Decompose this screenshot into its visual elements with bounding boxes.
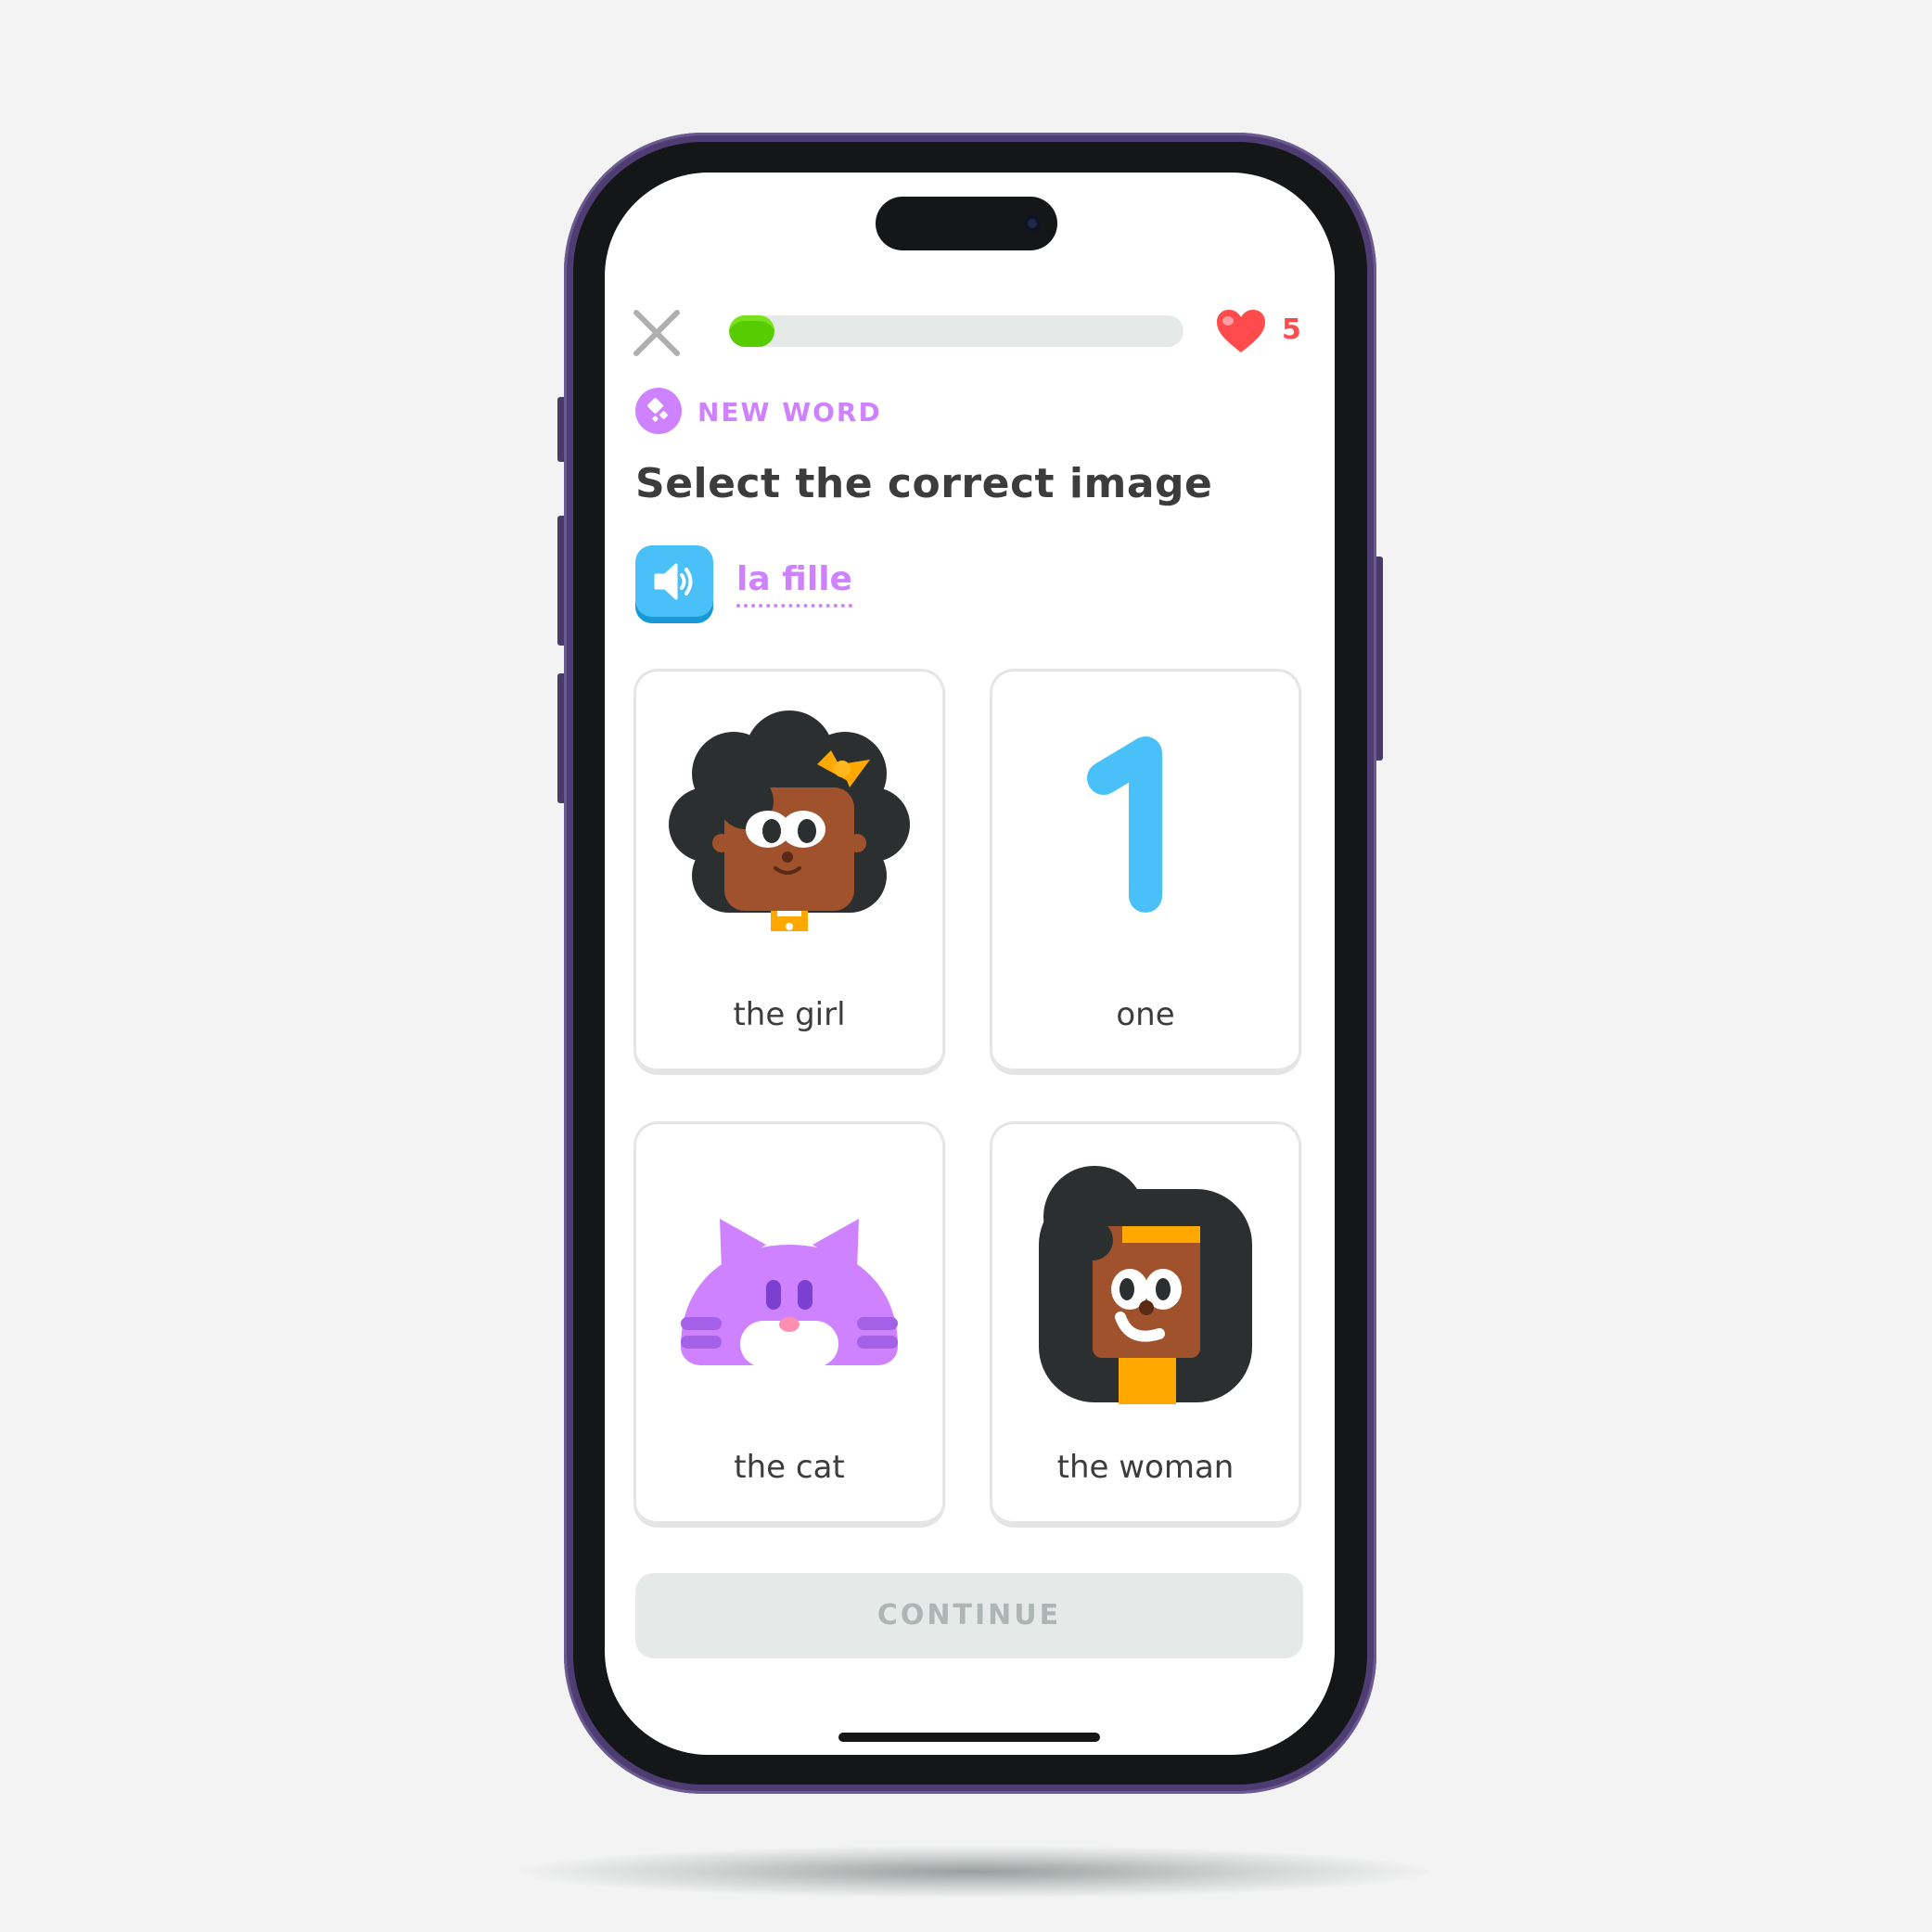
option-card-one[interactable]: one (990, 669, 1301, 1075)
phone-screen: 5 NEW WORD Select the correct image la f… (605, 173, 1335, 1755)
phone-shadow (519, 1846, 1428, 1898)
cat-illustration (681, 1219, 898, 1367)
close-button[interactable] (631, 307, 683, 359)
badge-label: NEW WORD (697, 397, 882, 428)
page-title: Select the correct image (635, 460, 1213, 507)
heart-icon (1217, 310, 1265, 352)
progress-fill (729, 315, 774, 347)
continue-button[interactable]: CONTINUE (635, 1573, 1303, 1658)
option-card-girl[interactable]: the girl (633, 669, 945, 1075)
option-card-woman[interactable]: the woman (990, 1121, 1301, 1528)
home-indicator[interactable] (838, 1733, 1100, 1742)
option-label: one (1116, 996, 1175, 1033)
prompt-word[interactable]: la fille (736, 560, 852, 608)
stage: 5 NEW WORD Select the correct image la f… (0, 0, 1932, 1932)
dynamic-island (876, 197, 1057, 250)
camera-icon (1024, 215, 1041, 232)
woman-illustration (1039, 1166, 1252, 1404)
option-label: the cat (734, 1449, 845, 1486)
hearts-count: 5 (1282, 313, 1301, 346)
hearts-counter[interactable]: 5 (1215, 308, 1317, 356)
option-label: the woman (1056, 1449, 1235, 1486)
new-word-icon (635, 388, 682, 434)
number-one-illustration (1087, 736, 1162, 913)
progress-bar (729, 315, 1184, 347)
option-label: the girl (733, 996, 846, 1033)
girl-illustration (669, 710, 910, 931)
close-icon (633, 310, 680, 356)
option-card-cat[interactable]: the cat (633, 1121, 945, 1528)
speaker-button[interactable] (635, 545, 713, 623)
speaker-icon (654, 563, 693, 600)
